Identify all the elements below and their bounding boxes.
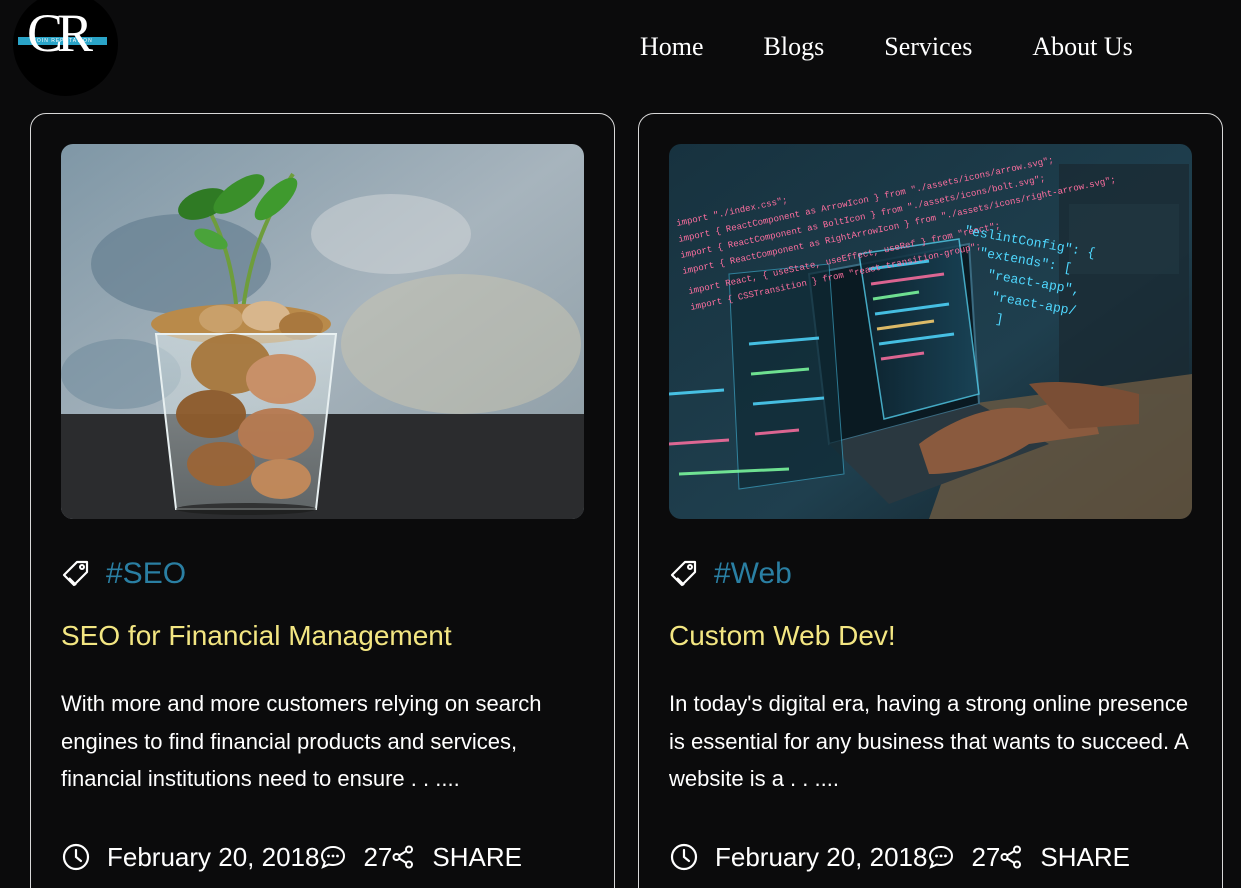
tag-icon — [670, 560, 697, 587]
chat-icon[interactable] — [319, 843, 347, 871]
comment-count: 27 — [363, 841, 393, 872]
tag-label[interactable]: #SEO — [106, 557, 186, 591]
comment-count: 27 — [971, 841, 1001, 872]
blog-card[interactable]: #SEO SEO for Financial Management With m… — [30, 113, 615, 888]
tag-label[interactable]: #Web — [714, 557, 792, 591]
logo-letters: CR — [27, 3, 93, 63]
main-nav: Home Blogs Services About Us — [640, 31, 1133, 63]
nav-about-us[interactable]: About Us — [1032, 31, 1132, 63]
tag-row[interactable]: #Web — [669, 554, 792, 594]
share-label[interactable]: SHARE — [1040, 842, 1130, 873]
share-label[interactable]: SHARE — [432, 842, 522, 873]
blog-date: February 20, 2018 — [107, 841, 320, 872]
site-logo[interactable]: COIN REPUTATION CR — [13, 0, 118, 96]
blog-excerpt: In today's digital era, having a strong … — [669, 691, 1189, 791]
tag-row[interactable]: #SEO — [61, 554, 186, 594]
blog-meta: February 20, 2018 27 SHARE — [669, 842, 1130, 872]
share-icon[interactable] — [1000, 845, 1022, 869]
blog-date: February 20, 2018 — [715, 841, 928, 872]
blog-card[interactable]: import "./index.css"; import { ReactComp… — [638, 113, 1223, 888]
code-laptop-image: import "./index.css"; import { ReactComp… — [669, 144, 1192, 519]
blog-excerpt: With more and more customers relying on … — [61, 691, 542, 791]
blog-title[interactable]: Custom Web Dev! — [669, 620, 896, 652]
share-icon[interactable] — [392, 845, 414, 869]
blog-card-image[interactable] — [61, 144, 584, 519]
coins-plant-image — [61, 144, 584, 519]
tag-icon — [62, 560, 89, 587]
blog-title[interactable]: SEO for Financial Management — [61, 620, 452, 652]
nav-blogs[interactable]: Blogs — [764, 31, 825, 63]
nav-home[interactable]: Home — [640, 31, 704, 63]
blog-card-image[interactable]: import "./index.css"; import { ReactComp… — [669, 144, 1192, 519]
chat-icon[interactable] — [927, 843, 955, 871]
blog-meta: February 20, 2018 27 SHARE — [61, 842, 522, 872]
nav-services[interactable]: Services — [884, 31, 972, 63]
clock-icon — [670, 843, 698, 871]
clock-icon — [62, 843, 90, 871]
site-header: COIN REPUTATION CR Home Blogs Services A… — [0, 0, 1241, 100]
